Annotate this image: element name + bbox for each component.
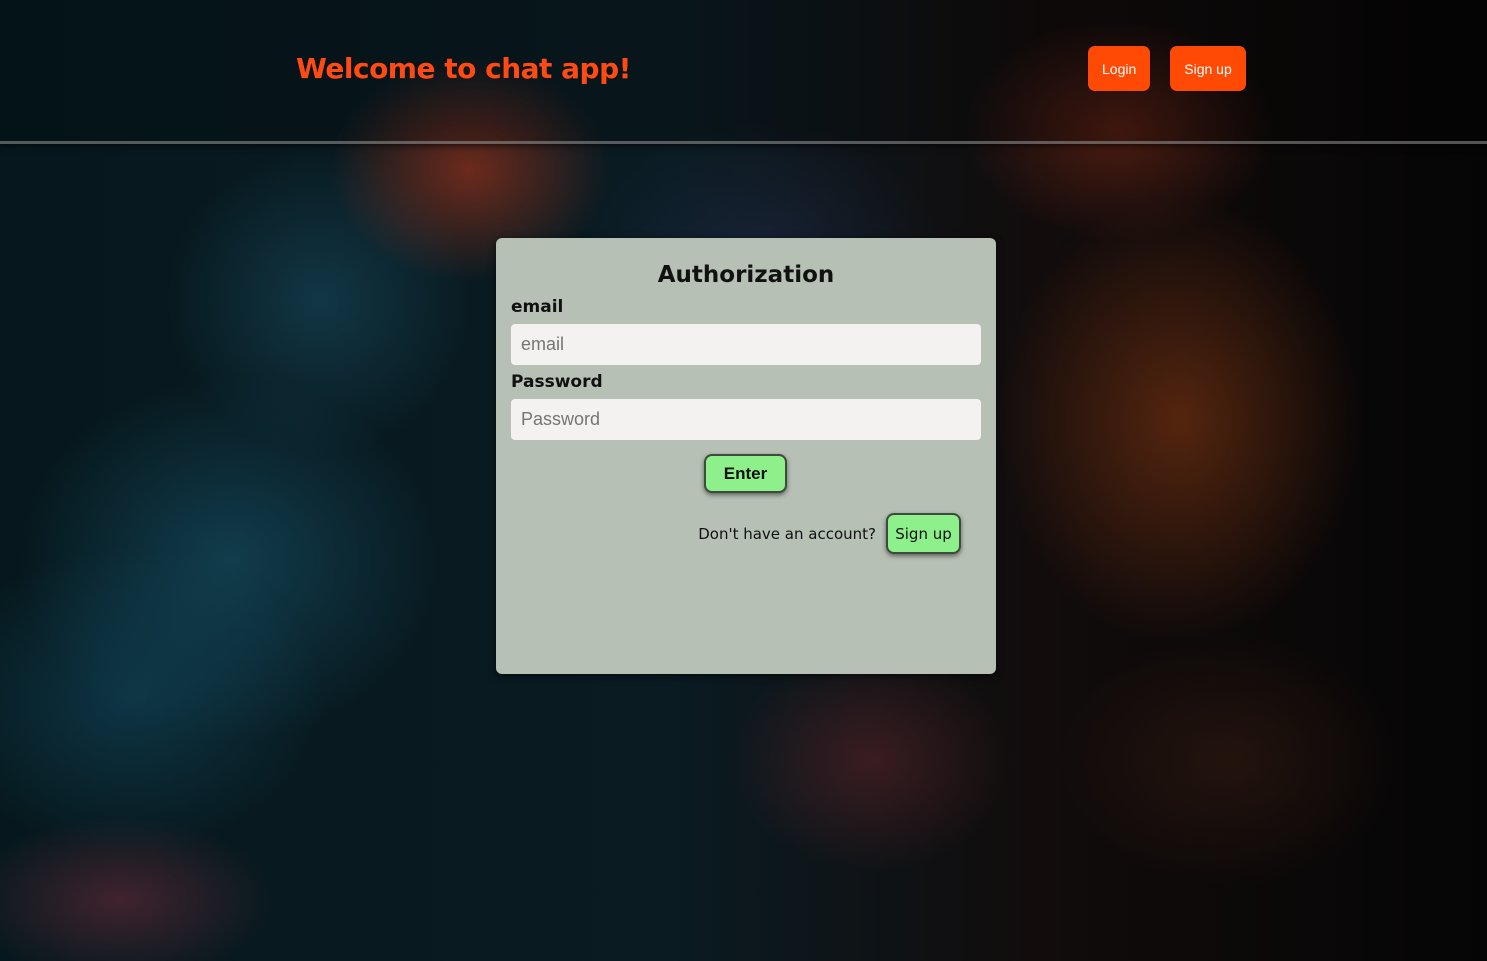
signup-button[interactable]: Sign up [1170, 46, 1246, 91]
email-label: email [511, 297, 564, 317]
top-header: Welcome to chat app! Login Sign up [0, 0, 1487, 144]
form-title: Authorization [657, 262, 835, 288]
password-label: Password [511, 372, 603, 392]
authorization-form: Authorization email Password Enter Don't… [496, 238, 996, 674]
no-account-text: Don't have an account? [698, 525, 876, 543]
login-button[interactable]: Login [1088, 46, 1150, 91]
app-title: Welcome to chat app! [296, 52, 631, 85]
password-input[interactable] [511, 399, 981, 440]
form-signup-button[interactable]: Sign up [886, 513, 961, 554]
enter-button[interactable]: Enter [704, 454, 787, 493]
email-input[interactable] [511, 324, 981, 365]
